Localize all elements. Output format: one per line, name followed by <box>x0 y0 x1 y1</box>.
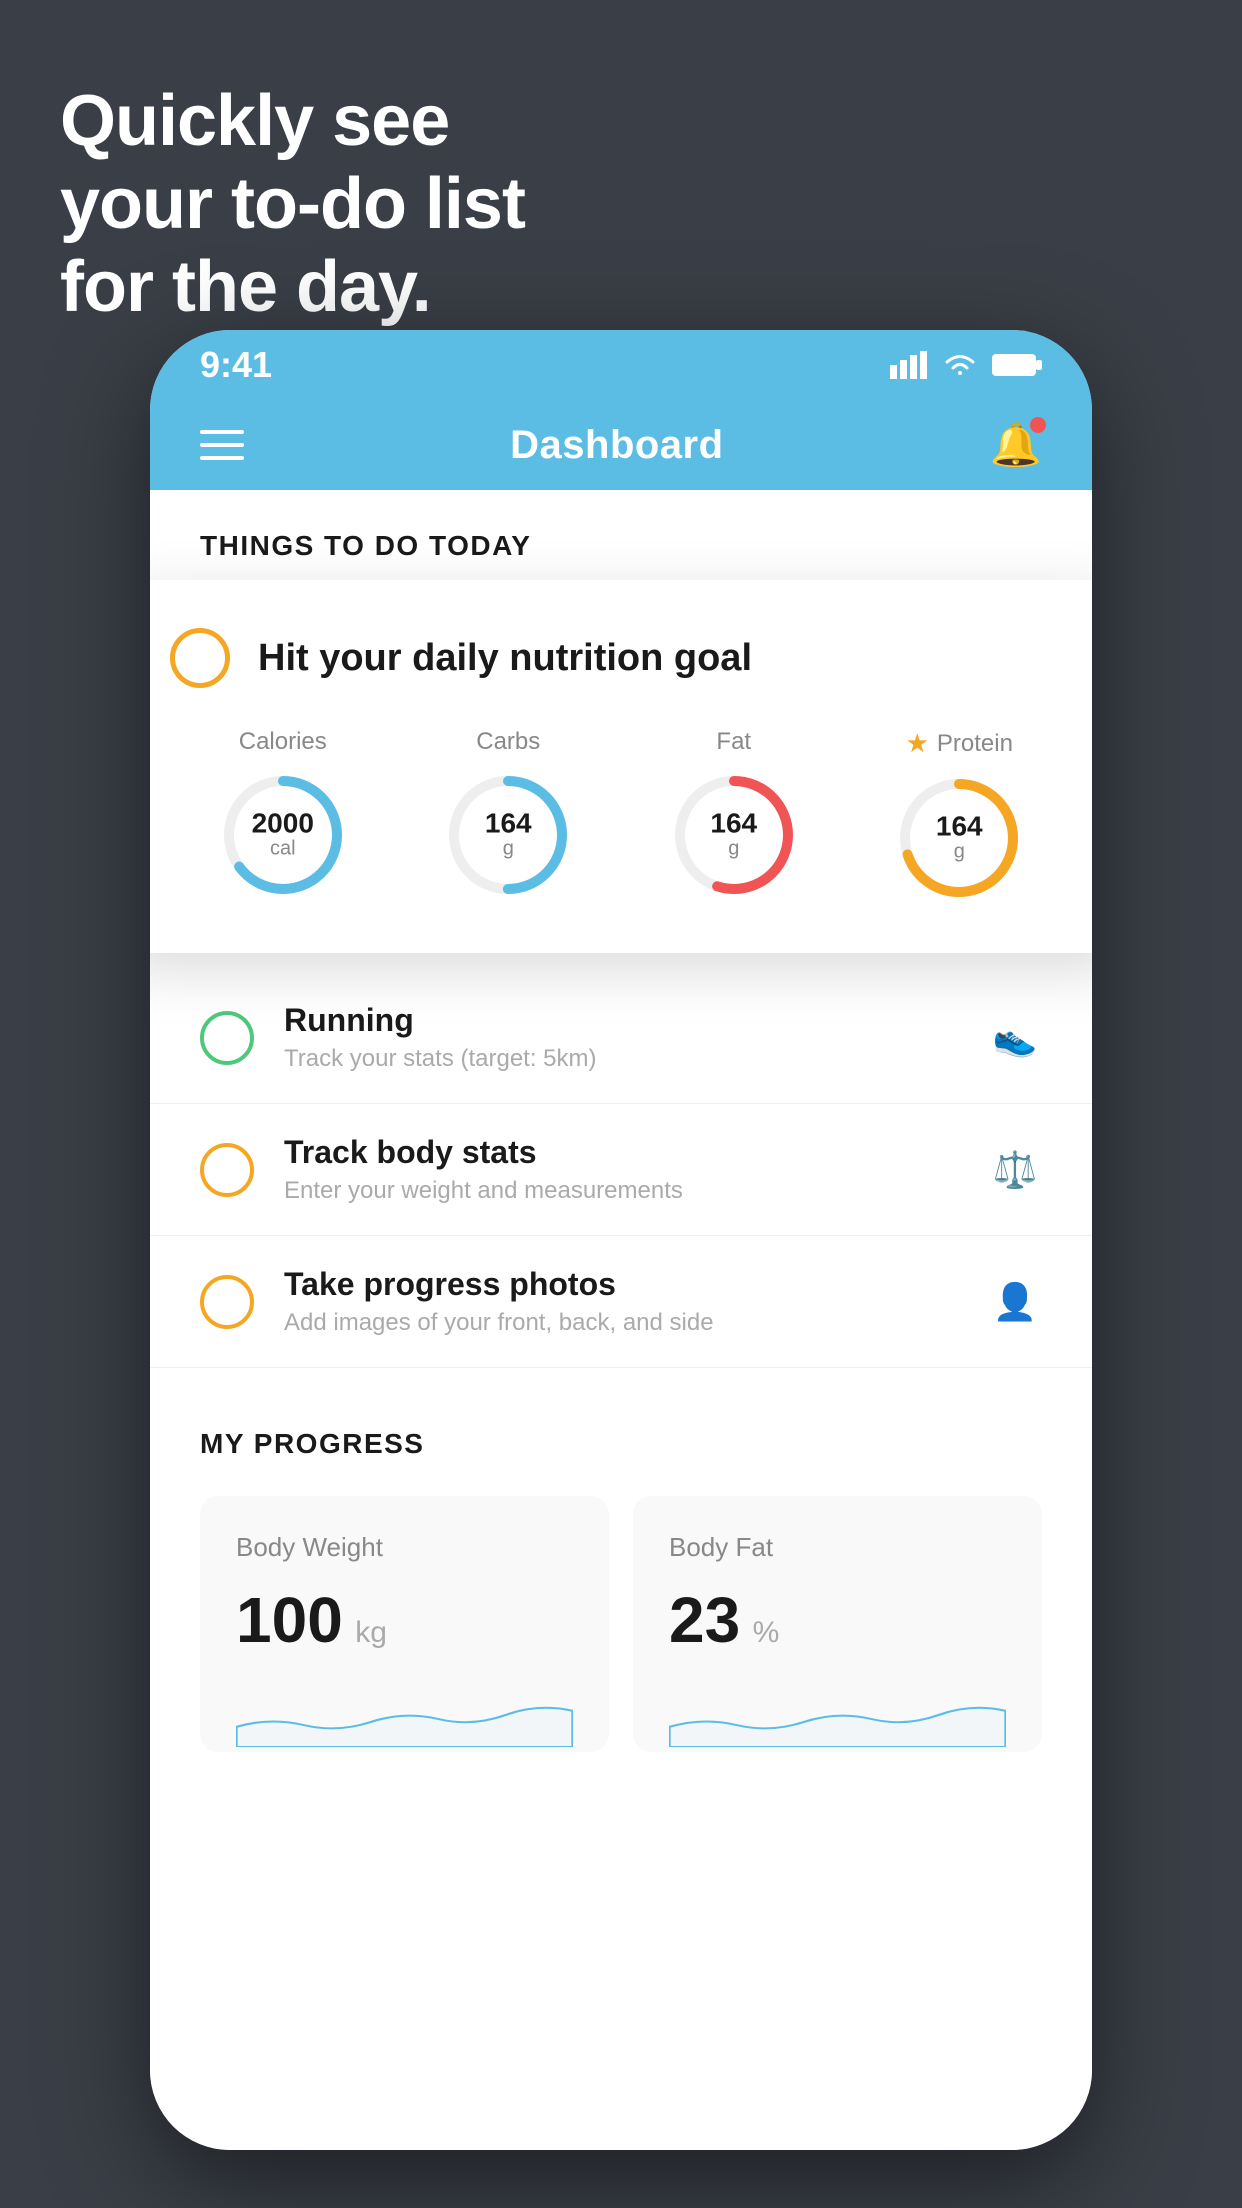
hero-line-1: Quickly see <box>60 80 525 163</box>
hamburger-icon[interactable] <box>200 430 244 460</box>
todo-text: Running Track your stats (target: 5km) <box>284 1002 958 1073</box>
status-bar: 9:41 <box>150 330 1092 400</box>
progress-value: 23 % <box>669 1583 1006 1657</box>
nutrition-label: Fat <box>716 728 751 756</box>
donut-ring: 164 g <box>894 773 1024 903</box>
todo-title: Running <box>284 1002 958 1039</box>
todo-action-icon: 👤 <box>988 1275 1042 1329</box>
todo-checkbox[interactable] <box>200 1011 254 1065</box>
progress-value: 100 kg <box>236 1583 573 1657</box>
progress-unit: % <box>753 1616 780 1649</box>
hero-line-3: for the day. <box>60 246 525 329</box>
donut-center: 2000 cal <box>252 810 314 861</box>
mini-chart <box>236 1687 573 1747</box>
todo-checkbox[interactable] <box>200 1143 254 1197</box>
donut-unit: cal <box>252 838 314 861</box>
notification-dot <box>1030 417 1046 433</box>
status-icons <box>890 351 1042 379</box>
donut-unit: g <box>710 838 757 861</box>
todo-checkbox[interactable] <box>200 1275 254 1329</box>
signal-icon <box>890 351 928 379</box>
todo-title: Track body stats <box>284 1134 958 1171</box>
donut-value: 164 <box>710 810 757 838</box>
nutrition-item-protein: ★Protein 164 g <box>894 728 1024 903</box>
donut-center: 164 g <box>710 810 757 861</box>
todo-subtitle: Add images of your front, back, and side <box>284 1309 958 1337</box>
donut-unit: g <box>485 838 532 861</box>
mini-chart <box>669 1687 1006 1747</box>
donut-unit: g <box>936 841 983 864</box>
status-time: 9:41 <box>200 344 272 386</box>
todo-item[interactable]: Take progress photos Add images of your … <box>150 1236 1092 1368</box>
nav-bar: Dashboard 🔔 <box>150 400 1092 490</box>
nutrition-item-fat: Fat 164 g <box>669 728 799 900</box>
donut-center: 164 g <box>485 810 532 861</box>
card-header: Hit your daily nutrition goal <box>170 628 1072 688</box>
progress-cards: Body Weight 100 kg Body Fat 23 % <box>200 1496 1042 1752</box>
progress-number: 100 <box>236 1584 343 1656</box>
donut-value: 164 <box>485 810 532 838</box>
nutrition-item-calories: Calories 2000 cal <box>218 728 348 900</box>
battery-icon <box>992 352 1042 378</box>
hero-line-2: your to-do list <box>60 163 525 246</box>
donut-ring: 2000 cal <box>218 770 348 900</box>
nav-title: Dashboard <box>510 423 723 468</box>
donut-center: 164 g <box>936 813 983 864</box>
hero-text: Quickly see your to-do list for the day. <box>60 80 525 328</box>
progress-number: 23 <box>669 1584 740 1656</box>
donut-value: 164 <box>936 813 983 841</box>
todo-item[interactable]: Track body stats Enter your weight and m… <box>150 1104 1092 1236</box>
things-to-do-header: THINGS TO DO TODAY <box>150 490 1092 582</box>
nutrition-item-carbs: Carbs 164 g <box>443 728 573 900</box>
phone-frame: 9:41 Dashboard <box>150 330 1092 2150</box>
todo-text: Track body stats Enter your weight and m… <box>284 1134 958 1205</box>
donut-ring: 164 g <box>669 770 799 900</box>
nutrition-row: Calories 2000 cal Carbs 164 g Fat <box>170 728 1072 903</box>
star-icon: ★ <box>906 728 929 759</box>
donut-value: 2000 <box>252 810 314 838</box>
nutrition-label: Calories <box>239 728 327 756</box>
todo-item[interactable]: Running Track your stats (target: 5km) 👟 <box>150 972 1092 1104</box>
wifi-icon <box>942 351 978 379</box>
nutrition-label: ★Protein <box>906 728 1013 759</box>
nutrition-label: Carbs <box>476 728 540 756</box>
progress-card-title: Body Weight <box>236 1532 573 1563</box>
todo-action-icon: ⚖️ <box>988 1143 1042 1197</box>
progress-card-title: Body Fat <box>669 1532 1006 1563</box>
bell-icon[interactable]: 🔔 <box>990 421 1042 470</box>
content-area: THINGS TO DO TODAY Hit your daily nutrit… <box>150 490 1092 2150</box>
todo-title: Take progress photos <box>284 1266 958 1303</box>
todo-subtitle: Track your stats (target: 5km) <box>284 1045 958 1073</box>
progress-card-body-weight: Body Weight 100 kg <box>200 1496 609 1752</box>
card-title: Hit your daily nutrition goal <box>258 637 752 680</box>
donut-ring: 164 g <box>443 770 573 900</box>
progress-header: MY PROGRESS <box>200 1428 1042 1460</box>
todo-text: Take progress photos Add images of your … <box>284 1266 958 1337</box>
progress-card-body-fat: Body Fat 23 % <box>633 1496 1042 1752</box>
todo-action-icon: 👟 <box>988 1011 1042 1065</box>
progress-section: MY PROGRESS Body Weight 100 kg Body Fat … <box>150 1368 1092 1792</box>
todo-subtitle: Enter your weight and measurements <box>284 1177 958 1205</box>
nutrition-card: Hit your daily nutrition goal Calories 2… <box>150 580 1092 953</box>
task-checkbox[interactable] <box>170 628 230 688</box>
progress-unit: kg <box>355 1616 387 1649</box>
